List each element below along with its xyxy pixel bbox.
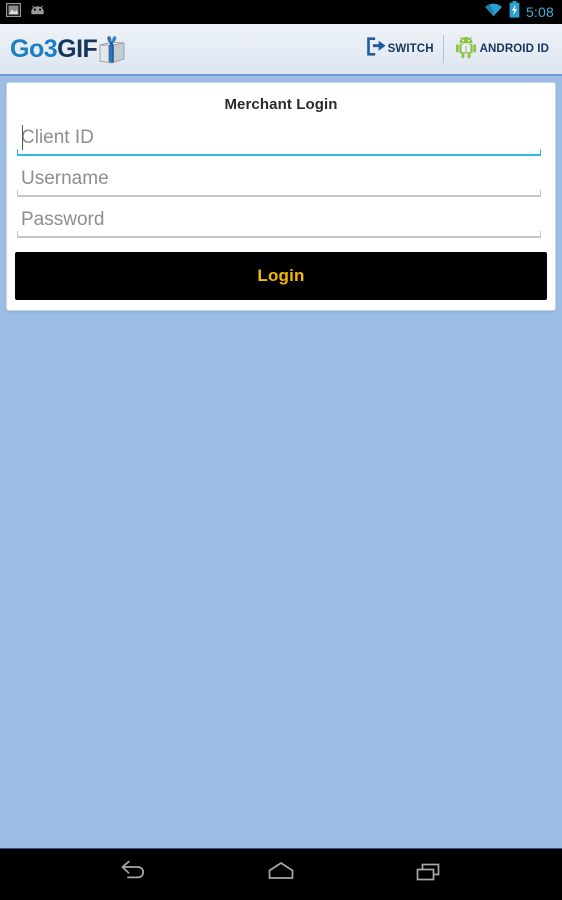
back-arrow-icon — [116, 860, 150, 889]
go3gift-logo: Go3 GIF — [10, 24, 129, 74]
switch-action-label: SWITCH — [387, 43, 434, 55]
username-input[interactable] — [15, 162, 547, 195]
password-field[interactable] — [15, 203, 547, 244]
switch-action[interactable]: SWITCH — [357, 24, 441, 74]
password-input[interactable] — [15, 203, 547, 236]
username-field[interactable] — [15, 162, 547, 203]
gallery-image-icon — [5, 2, 22, 22]
page-title: Merchant Login — [224, 96, 338, 113]
client-id-input[interactable] — [15, 121, 547, 154]
recent-apps-icon — [412, 860, 446, 889]
system-navigation-bar — [0, 848, 562, 900]
action-bar-items: SWITCH ANDROID ID — [357, 24, 556, 74]
home-icon — [264, 860, 298, 889]
client-id-field[interactable] — [15, 121, 547, 162]
logo-text-primary: Go3 — [10, 34, 58, 63]
logo-text-secondary: GIF — [57, 34, 98, 63]
nav-back-button[interactable] — [105, 855, 161, 895]
nav-recents-button[interactable] — [401, 855, 457, 895]
login-button[interactable]: Login — [15, 252, 547, 300]
switch-account-icon — [364, 35, 387, 63]
text-caret — [22, 125, 23, 150]
android-screen: 5:08 Go3 GIF SWITCH ANDROID ID Merchant … — [0, 0, 562, 900]
android-id-action[interactable]: ANDROID ID — [446, 24, 556, 74]
android-robot-icon — [453, 34, 479, 65]
android-notification-icon — [29, 3, 46, 21]
status-bar-right-icons: 5:08 — [484, 1, 554, 23]
status-bar-left-icons — [5, 2, 46, 22]
logo-text: Go3 GIF — [10, 34, 98, 63]
wifi-icon — [484, 3, 503, 22]
app-action-bar: Go3 GIF SWITCH ANDROID ID — [0, 24, 562, 76]
gift-box-icon — [95, 32, 129, 71]
battery-charging-icon — [509, 1, 520, 23]
main-content: Merchant Login Login — [0, 76, 562, 848]
android-id-action-label: ANDROID ID — [479, 43, 549, 55]
action-bar-divider — [442, 35, 444, 63]
status-bar: 5:08 — [0, 0, 562, 24]
nav-home-button[interactable] — [253, 855, 309, 895]
status-bar-clock: 5:08 — [525, 4, 554, 20]
merchant-login-card: Merchant Login Login — [6, 82, 556, 311]
